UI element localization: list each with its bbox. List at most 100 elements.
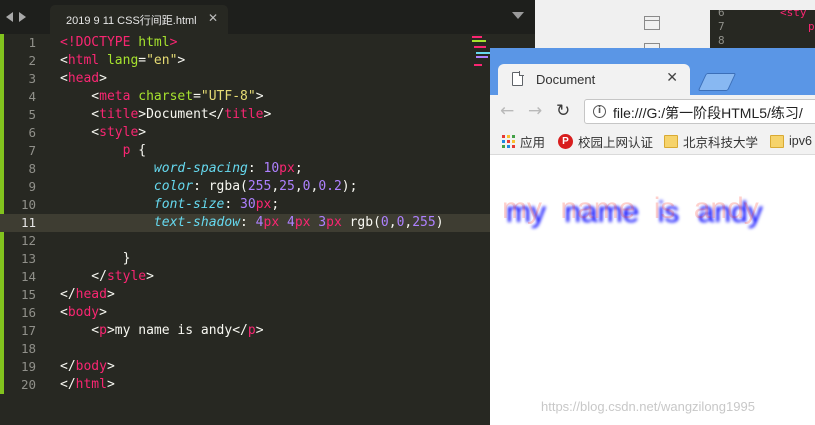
code-line[interactable]: 3 <head> — [0, 70, 490, 88]
reload-icon[interactable]: ↻ — [556, 101, 570, 121]
code-token: px — [279, 161, 295, 176]
line-number: 17 — [20, 323, 36, 338]
background-editor: 6 7 8 <sty p — [710, 10, 815, 48]
code-line[interactable]: 8 word-spacing: 10px; — [0, 160, 490, 178]
code-token: > — [106, 287, 115, 302]
bookmark-label: 校园上网认证 — [578, 135, 654, 150]
code-token: { — [130, 143, 147, 158]
code-line[interactable]: 12 — [0, 232, 490, 250]
line-number: 14 — [20, 269, 36, 284]
code-line[interactable]: 9 color: rgba(255,25,0,0.2); — [0, 178, 490, 196]
arrow-left-icon[interactable] — [6, 12, 13, 22]
browser-tab-title: Document — [536, 72, 596, 87]
code-line[interactable]: 17 <p>my name is andy</p> — [0, 322, 490, 340]
code-token: > — [106, 359, 115, 374]
back-icon[interactable]: ← — [500, 101, 514, 121]
code-line[interactable]: 6 <style> — [0, 124, 490, 142]
code-line[interactable]: 19 </body> — [0, 358, 490, 376]
code-text: <!DOCTYPE html> — [60, 34, 177, 52]
editor-tab-bar: 2019 9 11 CSS行间距.html ✕ — [0, 0, 535, 34]
code-area[interactable]: 1 <!DOCTYPE html> 2 <html lang="en"> 3 <head>… — [0, 34, 535, 404]
code-token: rgba( — [208, 179, 248, 194]
code-token: charset — [138, 89, 194, 104]
code-text: text-shadow: 4px 4px 3px rgb(0,0,255) — [60, 214, 444, 232]
line-number: 18 — [20, 341, 36, 356]
line-number: 10 — [20, 197, 36, 212]
code-token: font-size — [153, 197, 225, 212]
browser-tab[interactable]: Document ✕ — [498, 64, 690, 95]
p-badge-icon: P — [558, 133, 573, 149]
chevron-down-icon[interactable] — [512, 12, 524, 19]
code-editor: 2019 9 11 CSS行间距.html ✕ 1 <!DOCTYPE html>… — [0, 0, 535, 425]
code-token: < — [60, 107, 100, 122]
code-line[interactable]: 18 — [0, 340, 490, 358]
code-token: body — [75, 359, 107, 374]
code-token: 0 — [380, 215, 389, 230]
url-text[interactable]: file:///G:/第一阶段HTML5/练习/ — [613, 103, 803, 123]
line-number: 3 — [28, 71, 36, 86]
bookmark-label: ipv6 — [789, 134, 812, 148]
editor-file-tab-label: 2019 9 11 CSS行间距.html — [66, 15, 197, 27]
browser-window: Document ✕ ← → ↻ i file:///G:/第一阶段HTML5/… — [490, 48, 815, 425]
line-number: 7 — [28, 143, 36, 158]
close-icon[interactable]: ✕ — [208, 11, 218, 25]
code-token: > — [177, 53, 186, 68]
code-line[interactable]: 15 </head> — [0, 286, 490, 304]
line-number: 9 — [28, 179, 36, 194]
editor-file-tab[interactable]: 2019 9 11 CSS行间距.html ✕ — [50, 5, 228, 34]
tab-nav-arrows[interactable] — [6, 9, 46, 25]
code-line[interactable]: 16 <body> — [0, 304, 490, 322]
code-token: px — [263, 215, 287, 230]
bookmark-campus-auth[interactable]: P 校园上网认证 — [558, 132, 653, 150]
code-token: >my name is andy</ — [106, 323, 248, 338]
forward-icon[interactable]: → — [528, 101, 542, 121]
bookmark-label: 应用 — [520, 135, 546, 150]
code-token: > — [99, 71, 107, 86]
code-text: <head> — [60, 70, 107, 88]
new-tab-button[interactable] — [697, 73, 737, 91]
code-text: <p>my name is andy</p> — [60, 322, 264, 340]
line-number: 5 — [28, 107, 36, 122]
code-token: "en" — [146, 53, 178, 68]
info-icon[interactable]: i — [593, 105, 606, 118]
code-token: < — [60, 53, 68, 68]
code-token: < — [60, 71, 68, 86]
code-token: >Document</ — [138, 107, 225, 122]
code-token: , — [271, 179, 280, 194]
minimap[interactable] — [470, 34, 492, 74]
code-token: < — [60, 323, 100, 338]
panel-layout-icon[interactable] — [644, 16, 660, 30]
code-token: </ — [60, 287, 76, 302]
code-line[interactable]: 10 font-size: 30px; — [0, 196, 490, 214]
code-token: > — [255, 323, 264, 338]
code-line[interactable]: 2 <html lang="en"> — [0, 52, 490, 70]
bookmark-ustb[interactable]: 北京科技大学 — [664, 132, 758, 150]
code-token: > — [263, 107, 272, 122]
code-token: title — [224, 107, 264, 122]
bookmark-apps[interactable]: 应用 — [502, 132, 545, 150]
code-token: color — [153, 179, 194, 194]
code-line[interactable]: 4 <meta charset="UTF-8"> — [0, 88, 490, 106]
code-token: px — [255, 197, 272, 212]
line-number: 19 — [20, 359, 36, 374]
code-line[interactable]: 7 p { — [0, 142, 490, 160]
arrow-right-icon[interactable] — [19, 12, 26, 22]
code-line[interactable]: 5 <title>Document</title> — [0, 106, 490, 124]
bookmark-ipv6[interactable]: ipv6 — [770, 132, 812, 150]
close-icon[interactable]: ✕ — [666, 70, 678, 86]
code-token: html — [67, 53, 107, 68]
code-line[interactable]: 13 } — [0, 250, 490, 268]
code-token: head — [75, 287, 107, 302]
code-line[interactable]: 1 <!DOCTYPE html> — [0, 34, 490, 52]
code-line[interactable]: 14 </style> — [0, 268, 490, 286]
address-bar[interactable]: i file:///G:/第一阶段HTML5/练习/ — [584, 99, 815, 124]
code-token: : — [224, 197, 241, 212]
code-text: color: rgba(255,25,0,0.2); — [60, 178, 358, 196]
code-token: px — [294, 215, 319, 230]
code-text: word-spacing: 10px; — [60, 160, 303, 178]
code-line[interactable]: 11 text-shadow: 4px 4px 3px rgb(0,0,255) — [0, 214, 490, 232]
code-token: style — [99, 125, 139, 140]
code-line[interactable]: 20 </html> — [0, 376, 490, 394]
